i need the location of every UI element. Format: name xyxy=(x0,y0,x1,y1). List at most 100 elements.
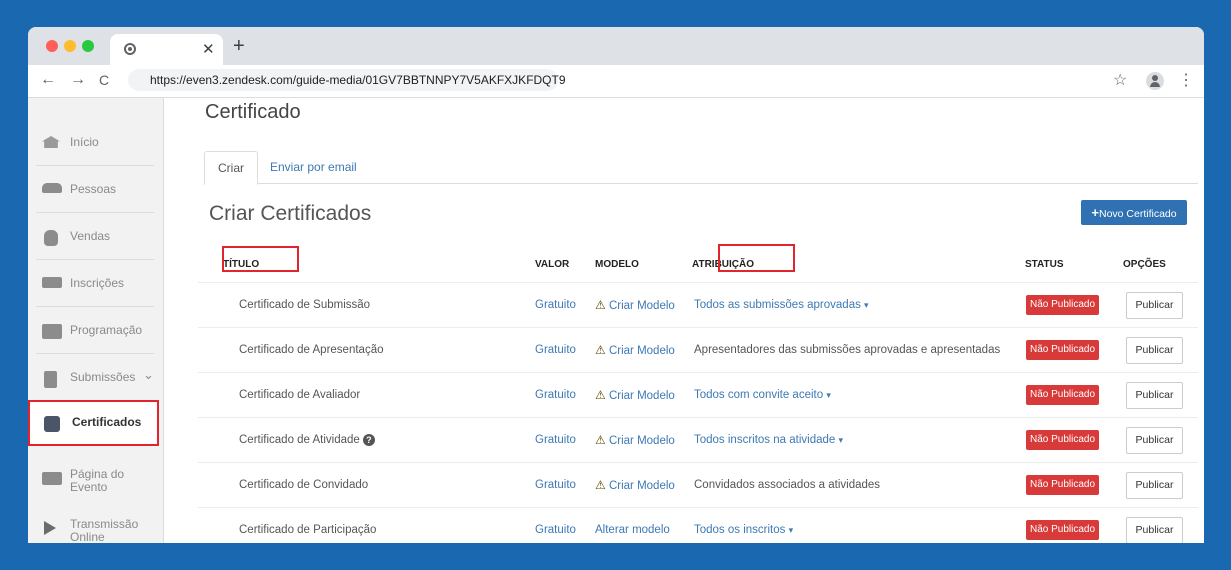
sidebar-item-programacao[interactable]: Programação xyxy=(28,308,158,354)
tab-criar[interactable]: Criar xyxy=(204,151,258,185)
sidebar-item-label: Submissões xyxy=(70,370,136,384)
annotation-highlight-titulo xyxy=(222,246,299,272)
row-title: Certificado de Convidado xyxy=(239,479,369,491)
chevron-down-icon: ⌄ xyxy=(143,367,154,382)
row-valor-link[interactable]: Gratuito xyxy=(535,463,576,508)
sidebar-item-vendas[interactable]: Vendas xyxy=(28,214,158,260)
sidebar-item-label: Pessoas xyxy=(70,182,117,196)
new-certificate-button[interactable]: +Novo Certificado xyxy=(1081,200,1187,225)
address-bar[interactable]: https://even3.zendesk.com/guide-media/01… xyxy=(128,69,566,91)
tab-close-icon[interactable]: ✕ xyxy=(202,40,215,58)
sidebar-item-inicio[interactable]: Início xyxy=(28,120,158,166)
row-atribuicao-dropdown[interactable]: Todos as submissões aprovadas ▾ xyxy=(694,283,869,328)
tab-enviar-por-email[interactable]: Enviar por email xyxy=(257,151,370,183)
row-title: Certificado de Apresentação xyxy=(239,344,384,356)
status-badge: Não Publicado xyxy=(1026,385,1099,405)
ticket-icon xyxy=(42,277,62,288)
browser-toolbar: ← → C https://even3.zendesk.com/guide-me… xyxy=(28,65,1204,98)
sidebar-item-label: Inscrições xyxy=(70,276,125,290)
table-row: Certificado de Submissão Gratuito ⚠ Cria… xyxy=(198,282,1198,328)
row-title: Certificado de Participação xyxy=(239,524,377,536)
publish-button[interactable]: Publicar xyxy=(1126,427,1183,454)
row-title: Certificado de Atividade? xyxy=(239,418,375,463)
sidebar-item-label: Transmissão Online xyxy=(70,517,139,544)
play-icon xyxy=(44,521,56,535)
web-page-icon xyxy=(42,472,62,485)
browser-menu-icon[interactable]: ⋮ xyxy=(1178,70,1194,90)
home-icon xyxy=(42,136,60,148)
row-modelo-link[interactable]: ⚠ Criar Modelo xyxy=(595,283,675,328)
sidebar-item-pessoas[interactable]: Pessoas xyxy=(28,167,158,213)
column-header-modelo: MODELO xyxy=(595,259,639,270)
row-valor-link[interactable]: Gratuito xyxy=(535,508,576,543)
sidebar-item-label: Página do Evento xyxy=(70,467,125,494)
row-atribuicao-text: Apresentadores das submissões aprovadas … xyxy=(694,344,1001,356)
row-atribuicao-dropdown[interactable]: Todos com convite aceito ▾ xyxy=(694,373,831,418)
maximize-window-button[interactable] xyxy=(82,40,94,52)
new-certificate-label: Novo Certificado xyxy=(1098,208,1177,220)
money-bag-icon xyxy=(44,230,58,246)
minimize-window-button[interactable] xyxy=(64,40,76,52)
sidebar-item-pagina-do-evento[interactable]: Página do Evento xyxy=(28,458,158,504)
calendar-icon xyxy=(42,324,62,339)
chrome-icon xyxy=(124,43,136,55)
row-modelo-link[interactable]: ⚠ Criar Modelo xyxy=(595,418,675,463)
warning-icon: ⚠ xyxy=(595,433,606,447)
publish-button[interactable]: Publicar xyxy=(1126,517,1183,543)
row-valor-link[interactable]: Gratuito xyxy=(535,418,576,463)
column-header-opcoes: OPÇÕES xyxy=(1123,259,1166,270)
help-icon[interactable]: ? xyxy=(362,433,375,446)
bookmark-star-icon[interactable]: ☆ xyxy=(1113,70,1127,90)
new-tab-button[interactable]: + xyxy=(233,36,245,56)
main-content: Certificado Criar Enviar por email Criar… xyxy=(164,98,1204,543)
row-valor-link[interactable]: Gratuito xyxy=(535,373,576,418)
browser-window: ✕ + ← → C https://even3.zendesk.com/guid… xyxy=(28,27,1204,543)
publish-button[interactable]: Publicar xyxy=(1126,292,1183,319)
warning-icon: ⚠ xyxy=(595,478,606,492)
tab-strip: ✕ + xyxy=(28,27,1204,65)
publish-button[interactable]: Publicar xyxy=(1126,337,1183,364)
status-badge: Não Publicado xyxy=(1026,430,1099,450)
browser-tab[interactable]: ✕ xyxy=(110,34,223,65)
plus-icon: + xyxy=(1091,205,1099,220)
page-title: Certificado xyxy=(205,101,301,123)
row-title: Certificado de Avaliador xyxy=(239,389,361,401)
publish-button[interactable]: Publicar xyxy=(1126,382,1183,409)
column-header-status: STATUS xyxy=(1025,259,1064,270)
table-row: Certificado de Avaliador Gratuito ⚠ Cria… xyxy=(198,372,1198,418)
sidebar-item-submissoes[interactable]: Submissões ⌄ xyxy=(28,355,158,401)
row-title: Certificado de Submissão xyxy=(239,299,371,311)
url-text: https://even3.zendesk.com/guide-media/01… xyxy=(150,73,566,87)
reload-icon[interactable]: C xyxy=(99,72,109,88)
row-atribuicao-dropdown[interactable]: Todos inscritos na atividade ▾ xyxy=(694,418,843,463)
close-window-button[interactable] xyxy=(46,40,58,52)
table-row: Certificado de Apresentação Gratuito ⚠ C… xyxy=(198,327,1198,373)
sidebar: Início Pessoas Vendas Inscrições Program… xyxy=(28,98,164,543)
sidebar-item-transmissao-online[interactable]: Transmissão Online xyxy=(28,508,158,543)
forward-icon[interactable]: → xyxy=(70,71,86,89)
caret-down-icon: ▾ xyxy=(838,435,844,445)
table-row: Certificado de Atividade? Gratuito ⚠ Cri… xyxy=(198,417,1198,463)
table-row: Certificado de Convidado Gratuito ⚠ Cria… xyxy=(198,462,1198,508)
sidebar-item-certificados[interactable]: Certificados xyxy=(28,400,159,446)
sidebar-item-inscricoes[interactable]: Inscrições xyxy=(28,261,158,307)
sidebar-item-label: Programação xyxy=(70,323,143,337)
warning-icon: ⚠ xyxy=(595,343,606,357)
row-modelo-link[interactable]: ⚠ Criar Modelo xyxy=(595,328,675,373)
row-modelo-link[interactable]: Alterar modelo xyxy=(595,508,670,543)
certificate-icon xyxy=(44,416,60,432)
publish-button[interactable]: Publicar xyxy=(1126,472,1183,499)
profile-avatar-icon[interactable] xyxy=(1146,72,1164,90)
table-row: Certificado de Participação Gratuito Alt… xyxy=(198,507,1198,543)
row-valor-link[interactable]: Gratuito xyxy=(535,283,576,328)
row-valor-link[interactable]: Gratuito xyxy=(535,328,576,373)
status-badge: Não Publicado xyxy=(1026,475,1099,495)
warning-icon: ⚠ xyxy=(595,388,606,402)
back-icon[interactable]: ← xyxy=(40,71,56,89)
row-atribuicao-dropdown[interactable]: Todos os inscritos ▾ xyxy=(694,508,793,543)
row-modelo-link[interactable]: ⚠ Criar Modelo xyxy=(595,463,675,508)
status-badge: Não Publicado xyxy=(1026,340,1099,360)
row-modelo-link[interactable]: ⚠ Criar Modelo xyxy=(595,373,675,418)
document-icon xyxy=(44,371,57,388)
caret-down-icon: ▾ xyxy=(826,390,831,400)
